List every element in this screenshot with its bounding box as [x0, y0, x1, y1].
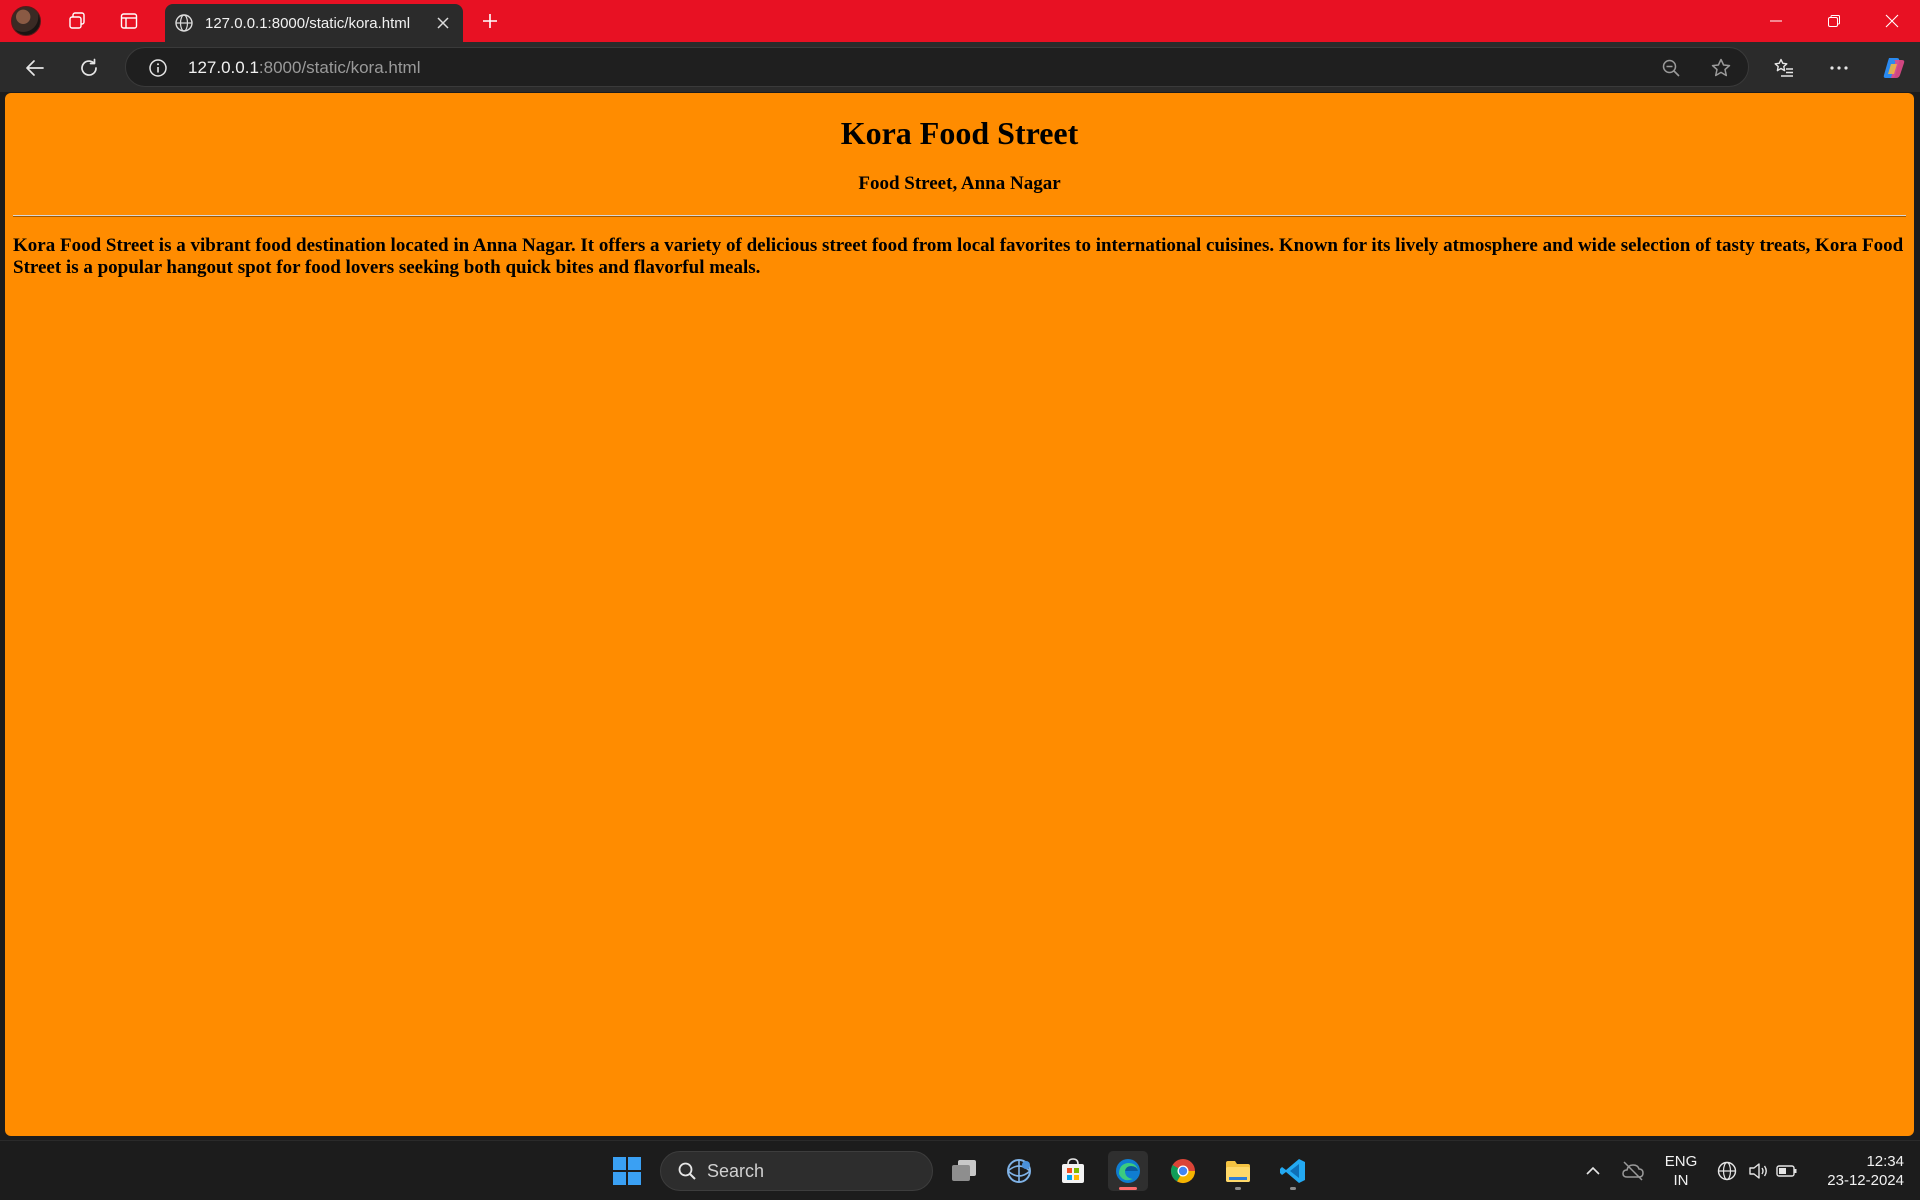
page-subtitle: Food Street, Anna Nagar [858, 173, 1061, 194]
globe-icon [173, 12, 195, 34]
reload-icon[interactable] [71, 50, 107, 86]
restore-icon[interactable] [1806, 0, 1862, 42]
workspaces-icon[interactable] [61, 5, 93, 37]
address-bar[interactable]: 127.0.0.1:8000/static/kora.html [125, 47, 1749, 87]
copilot-icon[interactable] [1876, 50, 1912, 86]
edge-icon[interactable] [1108, 1151, 1148, 1191]
new-tab-button[interactable] [474, 5, 506, 37]
task-view-icon[interactable] [944, 1151, 984, 1191]
clock[interactable]: 12:34 23-12-2024 [1808, 1141, 1912, 1200]
tab-strip: 127.0.0.1:8000/static/kora.html [0, 0, 1920, 42]
page-description: Kora Food Street is a vibrant food desti… [13, 235, 1904, 278]
taskbar: Search ENG IN 12:34 23-12-2024 [0, 1140, 1920, 1200]
network-tool-icon[interactable] [999, 1151, 1039, 1191]
windows-start-icon[interactable] [607, 1151, 647, 1191]
cloud-off-icon[interactable] [1613, 1151, 1653, 1191]
divider [13, 215, 1906, 217]
running-indicator [1290, 1187, 1296, 1190]
star-icon[interactable] [1708, 55, 1734, 81]
running-indicator [1235, 1187, 1241, 1190]
battery-icon[interactable] [1767, 1151, 1807, 1191]
file-explorer-icon[interactable] [1218, 1151, 1258, 1191]
page-title: Kora Food Street [840, 115, 1079, 151]
language-code: ENG [1664, 1153, 1698, 1170]
info-icon[interactable] [146, 56, 170, 80]
plus-icon [483, 14, 497, 28]
back-arrow-icon[interactable] [17, 50, 53, 86]
clock-date: 23-12-2024 [1827, 1172, 1904, 1189]
browser-toolbar: 127.0.0.1:8000/static/kora.html [0, 42, 1920, 92]
url-text: 127.0.0.1:8000/static/kora.html [188, 58, 420, 78]
url-path: :8000/static/kora.html [258, 58, 421, 77]
vscode-icon[interactable] [1273, 1151, 1313, 1191]
tab-title: 127.0.0.1:8000/static/kora.html [205, 14, 411, 32]
taskbar-search[interactable]: Search [660, 1151, 933, 1191]
profile-avatar [11, 6, 41, 36]
store-icon[interactable] [1053, 1151, 1093, 1191]
url-host: 127.0.0.1 [188, 58, 259, 77]
chevron-up-icon[interactable] [1573, 1151, 1613, 1191]
profile-button[interactable] [10, 5, 42, 37]
minimize-icon[interactable] [1748, 0, 1804, 42]
clock-time: 12:34 [1866, 1153, 1904, 1170]
chrome-icon[interactable] [1163, 1151, 1203, 1191]
active-indicator [1119, 1187, 1137, 1190]
zoom-out-icon[interactable] [1658, 55, 1684, 81]
tab-active[interactable]: 127.0.0.1:8000/static/kora.html [165, 4, 463, 42]
page-viewport: Kora Food Street Food Street, Anna Nagar… [5, 93, 1914, 1136]
favorites-icon[interactable] [1766, 50, 1802, 86]
more-icon[interactable] [1821, 50, 1857, 86]
language-indicator[interactable]: ENG IN [1660, 1141, 1702, 1200]
search-label: Search [707, 1160, 765, 1181]
search-icon [675, 1159, 699, 1183]
language-region: IN [1673, 1172, 1689, 1189]
vertical-tabs-icon[interactable] [113, 5, 145, 37]
close-icon[interactable] [1864, 0, 1920, 42]
close-icon[interactable] [429, 9, 457, 37]
